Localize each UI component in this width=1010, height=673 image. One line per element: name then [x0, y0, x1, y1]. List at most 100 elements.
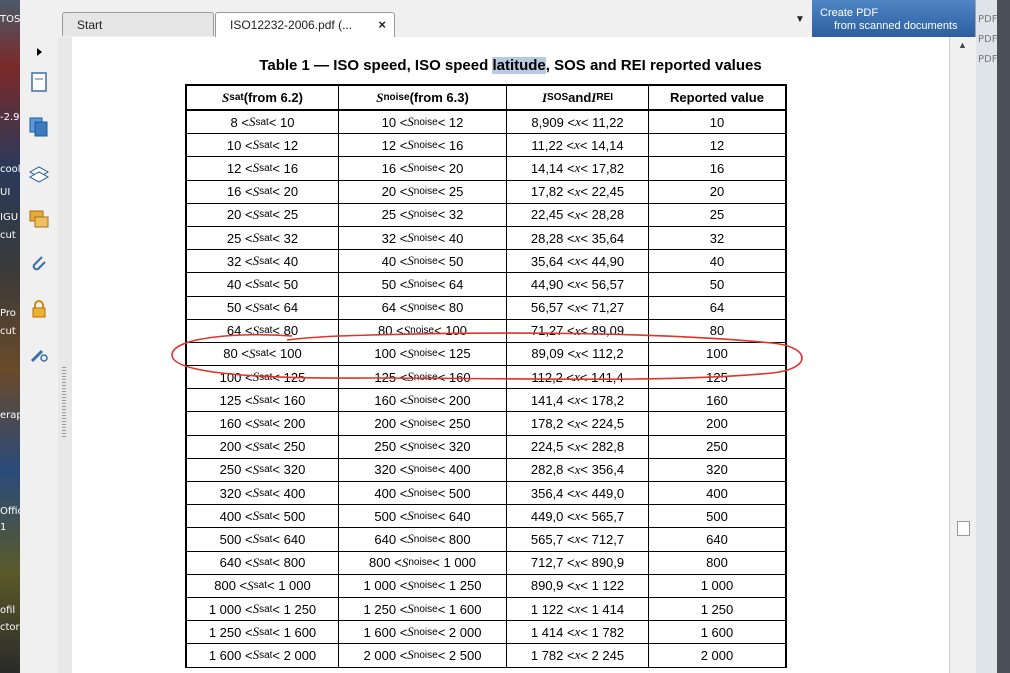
ssat-range-cell: 10 < Ssat < 12 — [187, 134, 339, 157]
variable-subscript: sat — [259, 557, 273, 569]
header-cell: Snoise (from 6.3) — [339, 86, 507, 109]
variable-subscript: SOS — [547, 92, 569, 103]
splitter-grip — [62, 367, 66, 437]
tab-start-label: Start — [77, 18, 103, 32]
variable-symbol: x — [575, 345, 581, 361]
tools-icon[interactable] — [27, 342, 51, 366]
snoise-range-cell: 1 600 < Snoise < 2 000 — [339, 621, 507, 644]
ssat-range-cell: 50 < Ssat < 64 — [187, 296, 339, 319]
variable-subscript: sat — [259, 626, 273, 638]
desktop-fragment: PDF — [978, 54, 998, 65]
isos-irei-range-cell: 356,4 < x < 449,0 — [507, 482, 649, 505]
expand-arrow-icon[interactable] — [27, 40, 51, 64]
snoise-range-cell: 100 < Snoise < 125 — [339, 342, 507, 366]
reported-value-cell: 20 — [709, 184, 725, 200]
iso-speed-table: Ssat (from 6.2) Snoise (from 6.3) I SOS and… — [185, 84, 787, 668]
table-row: 800 < Ssat < 1 000 1 000 < Snoise < 1 250… — [187, 574, 785, 598]
snoise-range-cell: 400 < Snoise < 500 — [339, 482, 507, 505]
ssat-range-cell: 20 < Ssat < 25 — [187, 203, 339, 226]
desktop-strip — [997, 0, 1010, 673]
variable-symbol: x — [574, 577, 581, 593]
header-cell: I SOS and I REI — [507, 86, 649, 109]
variable-subscript: sat — [259, 278, 273, 290]
variable-symbol: x — [574, 299, 581, 315]
ssat-range-cell: 25 < Ssat < 32 — [187, 226, 339, 250]
variable-symbol: x — [574, 461, 581, 477]
variable-symbol: x — [574, 392, 581, 408]
variable-subscript: sat — [259, 162, 273, 174]
pages-icon[interactable] — [27, 115, 51, 139]
vertical-scrollbar[interactable]: ▲ — [949, 37, 976, 673]
reported-value-cell: 32 — [709, 230, 725, 246]
table-row: 125 < Ssat < 160 160 < Snoise < 200 141,4 … — [187, 389, 785, 413]
isos-irei-range-cell: 89,09 < x < 112,2 — [507, 342, 649, 366]
tab-list-dropdown-icon[interactable]: ▼ — [795, 14, 805, 25]
page-icon[interactable] — [27, 70, 51, 94]
variable-symbol: x — [574, 276, 581, 292]
ssat-range-cell: 1 000 < Ssat < 1 250 — [187, 597, 339, 621]
tab-start[interactable]: Start — [62, 12, 214, 36]
layers-icon[interactable] — [27, 162, 51, 186]
ssat-range-cell: 800 < Ssat < 1 000 — [187, 574, 339, 597]
variable-subscript: sat — [255, 348, 269, 360]
snoise-range-cell: 80 < Snoise < 100 — [339, 319, 507, 342]
desktop-fragment: cool — [0, 164, 20, 175]
snoise-range-cell: 500 < Snoise < 640 — [339, 505, 507, 528]
desktop-left-edge: TOS -2.9 cool UI IGU cut Pro cut erap Offic 1 ofil c… — [0, 0, 20, 673]
snoise-range-cell: 250 < Snoise < 320 — [339, 435, 507, 458]
variable-subscript: sat — [259, 394, 273, 406]
ssat-range-cell: 8 < Ssat < 10 — [187, 111, 339, 134]
table-row: 16 < Ssat < 20 20 < Snoise < 25 17,82 < x … — [187, 180, 785, 204]
scroll-up-icon[interactable]: ▲ — [958, 40, 967, 50]
ssat-range-cell: 320 < Ssat < 400 — [187, 482, 339, 505]
ssat-range-cell: 640 < Ssat < 800 — [187, 551, 339, 574]
isos-irei-range-cell: 1 122 < x < 1 414 — [507, 597, 649, 621]
document-viewport[interactable]: Table 1 — ISO speed, ISO speed latitude,… — [72, 37, 949, 673]
ssat-range-cell: 1 600 < Ssat < 2 000 — [187, 644, 339, 667]
reported-value-cell: 125 — [706, 369, 728, 385]
snoise-range-cell: 16 < Snoise < 20 — [339, 157, 507, 180]
reported-value-cell: 100 — [706, 346, 728, 362]
variable-symbol: x — [574, 137, 580, 153]
variable-symbol: x — [574, 369, 580, 385]
table-row: 1 000 < Ssat < 1 250 1 250 < Snoise < 1 6… — [187, 597, 785, 622]
tab-document[interactable]: ISO12232-2006.pdf (... × — [215, 12, 395, 37]
variable-subscript: noise — [413, 394, 438, 406]
variable-subscript: noise — [413, 441, 438, 453]
reported-value-cell: 12 — [709, 137, 725, 153]
variable-subscript: sat — [259, 186, 273, 198]
snoise-range-cell: 25 < Snoise < 32 — [339, 203, 507, 226]
variable-subscript: noise — [413, 209, 438, 221]
desktop-fragment: ofil — [0, 605, 16, 616]
scroll-thumb[interactable] — [957, 521, 970, 536]
table-row: 64 < Ssat < 80 80 < Snoise < 100 71,27 < x… — [187, 319, 785, 343]
reported-value-cell: 500 — [706, 508, 728, 524]
variable-subscript: sat — [259, 209, 273, 221]
lock-icon[interactable] — [27, 297, 51, 321]
panel-splitter[interactable] — [58, 37, 72, 673]
table-row: 160 < Ssat < 200 200 < Snoise < 250 178,2 … — [187, 412, 785, 436]
variable-subscript: noise — [413, 278, 438, 290]
table-title: Table 1 — ISO speed, ISO speed latitude,… — [72, 57, 949, 74]
ssat-range-cell: 400 < Ssat < 500 — [187, 505, 339, 528]
close-tab-icon[interactable]: × — [378, 13, 386, 37]
variable-subscript: sat — [259, 441, 273, 453]
table-row: 10 < Ssat < 12 12 < Snoise < 16 11,22 < x … — [187, 134, 785, 158]
variable-symbol: S — [376, 89, 384, 105]
variable-subscript: noise — [413, 348, 438, 360]
tab-bar: Start ISO12232-2006.pdf (... × ▼ — [20, 0, 812, 38]
table-row: 640 < Ssat < 800 800 < Snoise < 1 000 712,… — [187, 551, 785, 575]
variable-subscript: noise — [408, 557, 433, 569]
variable-subscript: noise — [410, 325, 435, 337]
comment-icon[interactable] — [27, 207, 51, 231]
table-header-row: Ssat (from 6.2) Snoise (from 6.3) I SOS and… — [187, 86, 785, 111]
ssat-range-cell: 500 < Ssat < 640 — [187, 528, 339, 551]
snoise-range-cell: 1 250 < Snoise < 1 600 — [339, 597, 507, 621]
variable-symbol: S — [222, 89, 230, 105]
isos-irei-range-cell: 1 782 < x < 2 245 — [507, 644, 649, 667]
create-pdf-banner[interactable]: Create PDF from scanned documents — [812, 0, 975, 37]
attachment-icon[interactable] — [27, 252, 51, 276]
variable-subscript: sat — [255, 116, 269, 128]
snoise-range-cell: 320 < Snoise < 400 — [339, 458, 507, 481]
variable-subscript: noise — [413, 371, 438, 383]
